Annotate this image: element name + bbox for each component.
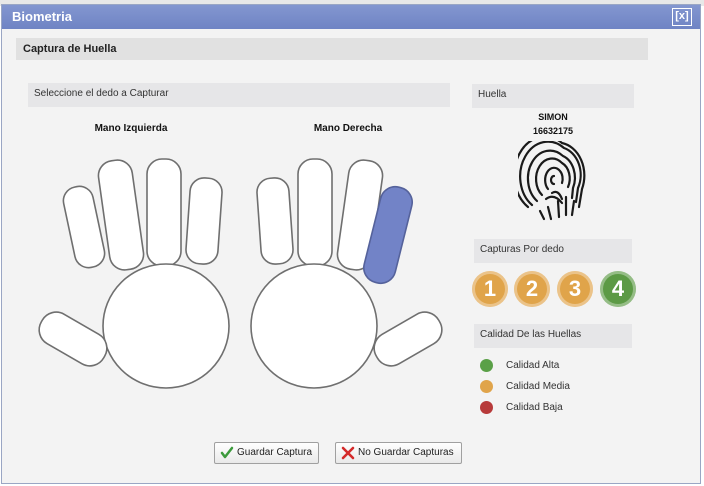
quality-low-text: Calidad Baja [506,402,563,413]
left-palm [102,263,230,389]
quality-medium-text: Calidad Media [506,381,570,392]
right-middle[interactable] [297,158,333,267]
capture-2-badge[interactable]: 2 [514,271,550,307]
left-hand [33,158,230,389]
quality-high-text: Calidad Alta [506,360,560,371]
no-save-captures-button[interactable]: No Guardar Capturas [335,442,462,464]
right-thumb[interactable] [368,306,447,371]
left-thumb[interactable] [33,306,112,371]
captures-label: Capturas Por dedo [474,239,632,263]
x-mark-icon [341,446,355,460]
quality-low-dot [480,401,493,414]
person-info: SIMON 16632175 [472,110,634,138]
person-id: 16632175 [532,126,574,136]
left-middle[interactable] [146,158,182,267]
left-pinky[interactable] [61,184,107,270]
check-icon [220,446,234,459]
fingerprint-panel-label: Huella [472,84,634,108]
quality-medium-dot [480,380,493,393]
capture-3-badge[interactable]: 3 [557,271,593,307]
capture-4-badge[interactable]: 4 [600,271,636,307]
save-capture-label: Guardar Captura [237,447,313,458]
fingerprint-icon [518,141,586,221]
quality-label: Calidad De las Huellas [474,324,632,348]
person-name: SIMON [538,112,568,122]
no-save-captures-label: No Guardar Capturas [358,447,454,458]
right-palm [250,263,378,389]
save-capture-button[interactable]: Guardar Captura [214,442,319,464]
left-index[interactable] [185,177,223,265]
right-index[interactable] [256,177,294,265]
capture-1-badge[interactable]: 1 [472,271,508,307]
right-hand [250,158,447,389]
captures-bubbles: 1 2 3 4 [472,271,642,309]
quality-high-dot [480,359,493,372]
